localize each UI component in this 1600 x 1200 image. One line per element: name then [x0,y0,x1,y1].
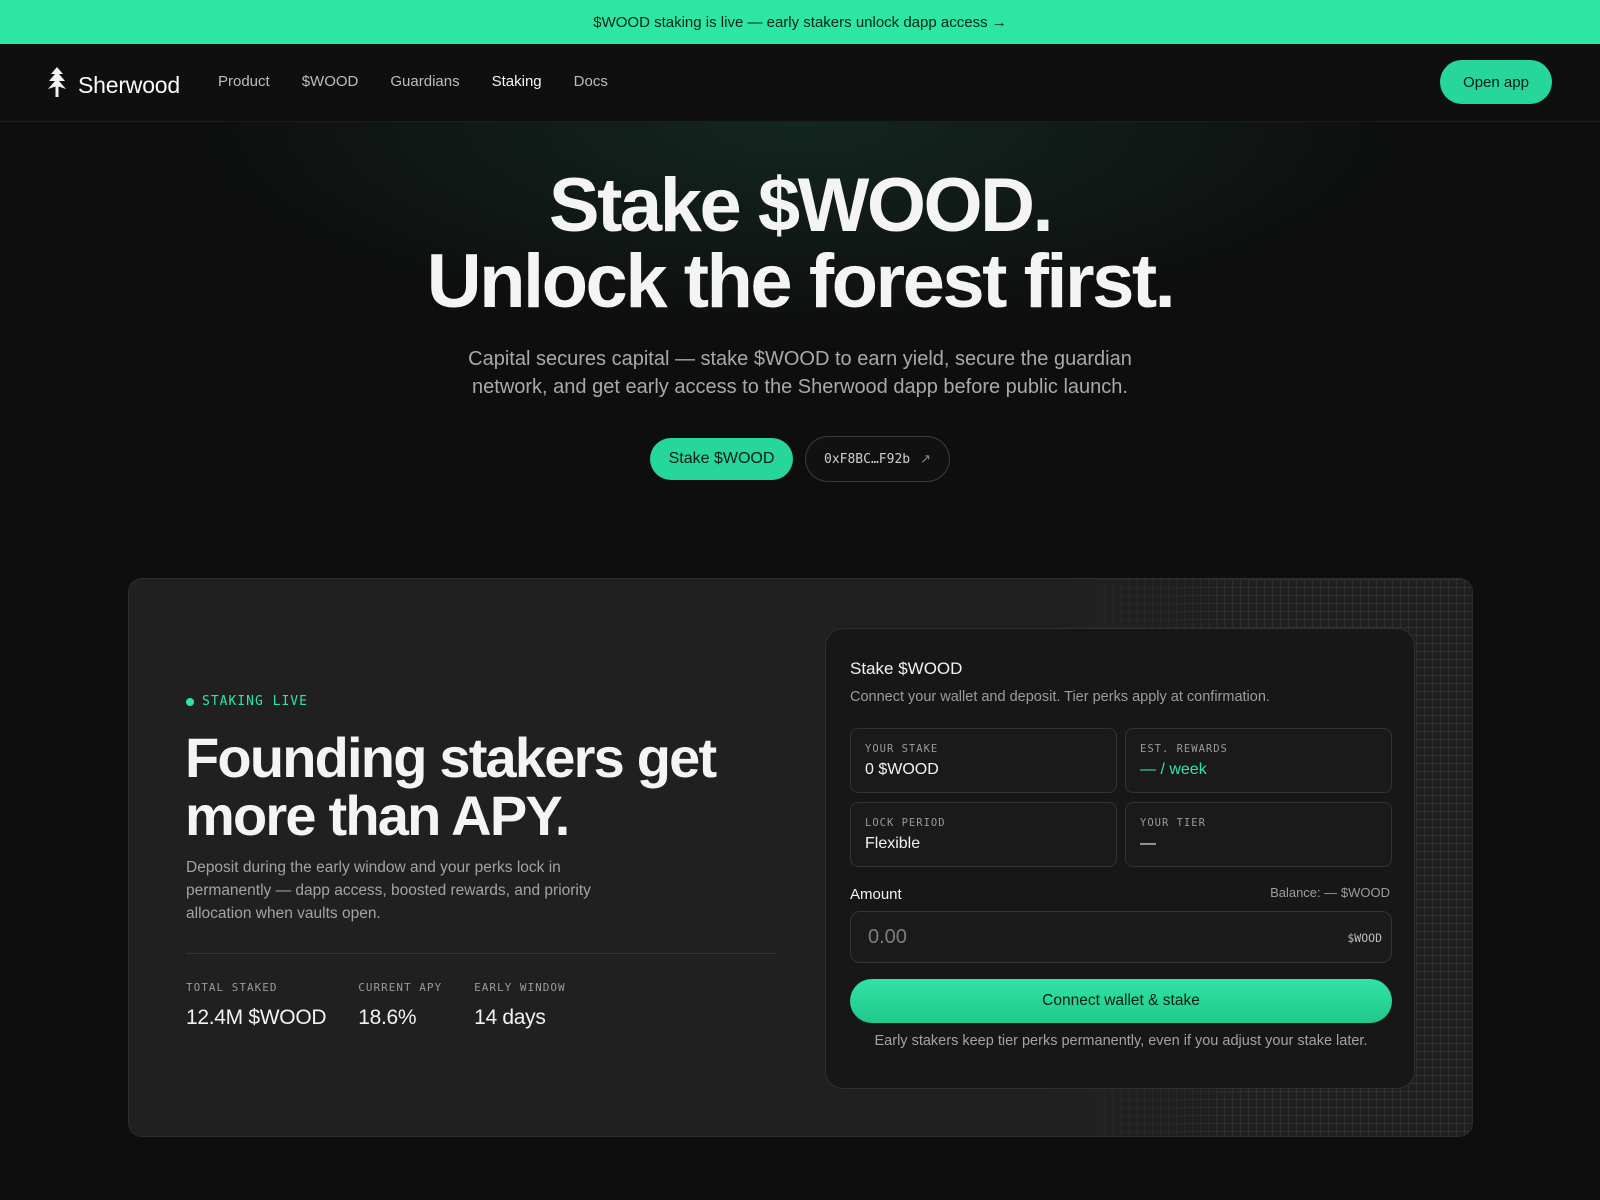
stake-card: Stake $WOOD Connect your wallet and depo… [825,628,1415,1089]
tile-label: YOUR STAKE [865,743,939,755]
nav-link-staking[interactable]: Staking [492,72,542,92]
staking-description: Deposit during the early window and your… [186,859,591,922]
tile-value: — / week [1140,761,1207,778]
stat-total-staked: TOTAL STAKED 12.4M $WOOD [186,981,327,1030]
stake-card-subtitle: Connect your wallet and deposit. Tier pe… [850,689,1270,705]
staking-title: Founding stakers get more than APY. [185,729,745,845]
staking-live-label: STAKING LIVE [202,694,308,709]
tile-value: Flexible [865,835,921,852]
staking-title-line2: more than APY. [185,784,570,847]
staking-section: STAKING LIVE Founding stakers get more t… [128,578,1473,1137]
nav-link-product[interactable]: Product [218,72,270,92]
contract-address-button[interactable]: 0xF8BC…F92b ↗ [805,436,950,482]
divider [186,953,776,954]
nav-link-wood[interactable]: $WOOD [302,72,359,92]
tile-label: EST. REWARDS [1140,743,1228,755]
tile-label: LOCK PERIOD [865,817,946,829]
connect-wallet-stake-button[interactable]: Connect wallet & stake [850,979,1392,1023]
tile-value: 0 $WOOD [865,761,939,778]
nav-link-guardians[interactable]: Guardians [390,72,459,92]
open-app-button[interactable]: Open app [1440,60,1552,104]
tile-your-tier: YOUR TIER — [1125,802,1392,867]
tile-your-stake: YOUR STAKE 0 $WOOD [850,728,1117,793]
tile-value: — [1140,835,1156,852]
logo-text: Sherwood [78,72,180,98]
stat-value: 12.4M $WOOD [186,1006,327,1029]
amount-unit: $WOOD [1347,931,1382,945]
stat-current-apy: CURRENT APY 18.6% [358,981,442,1030]
stat-value: 18.6% [358,1006,417,1029]
stake-card-title: Stake $WOOD [850,659,963,678]
stat-label: CURRENT APY [358,981,443,994]
tile-label: YOUR TIER [1140,817,1206,829]
stake-card-note: Early stakers keep tier perks permanentl… [874,1033,1368,1049]
staking-stats: TOTAL STAKED 12.4M $WOOD CURRENT APY 18.… [186,981,598,1030]
hero-title-line1: Stake $WOOD. [548,163,1054,248]
stat-label: TOTAL STAKED [186,981,278,994]
nav-links: Product $WOOD Guardians Staking Docs [218,72,640,92]
staking-title-line1: Founding stakers get [185,726,717,789]
stake-wood-button[interactable]: Stake $WOOD [650,438,793,480]
tree-logo-icon [46,66,68,105]
amount-input[interactable] [850,911,1392,963]
stat-value: 14 days [474,1006,546,1029]
nav-link-docs[interactable]: Docs [574,72,608,92]
top-nav: Sherwood Product $WOOD Guardians Staking… [0,44,1600,122]
contract-address: 0xF8BC…F92b [824,451,911,467]
logo[interactable]: Sherwood [46,66,180,105]
tile-lock-period[interactable]: LOCK PERIOD Flexible [850,802,1117,867]
live-status-dot-icon [186,697,194,706]
announcement-bar[interactable]: $WOOD staking is live — early stakers un… [0,0,1600,44]
external-link-icon: ↗ [920,451,931,466]
balance-text: Balance: — $WOOD [1270,885,1390,900]
amount-label: Amount [850,886,902,903]
tile-est-rewards: EST. REWARDS — / week [1125,728,1392,793]
hero-title-line2: Unlock the forest first. [426,239,1176,324]
staking-live-badge: STAKING LIVE [186,694,308,709]
hero-subtitle: Capital secures capital — stake $WOOD to… [468,348,1132,398]
stat-label: EARLY WINDOW [474,981,566,994]
stat-early-window: EARLY WINDOW 14 days [474,981,565,1030]
announcement-text: $WOOD staking is live — early stakers un… [593,13,1007,31]
hero-title: Stake $WOOD. Unlock the forest first. [0,168,1600,320]
